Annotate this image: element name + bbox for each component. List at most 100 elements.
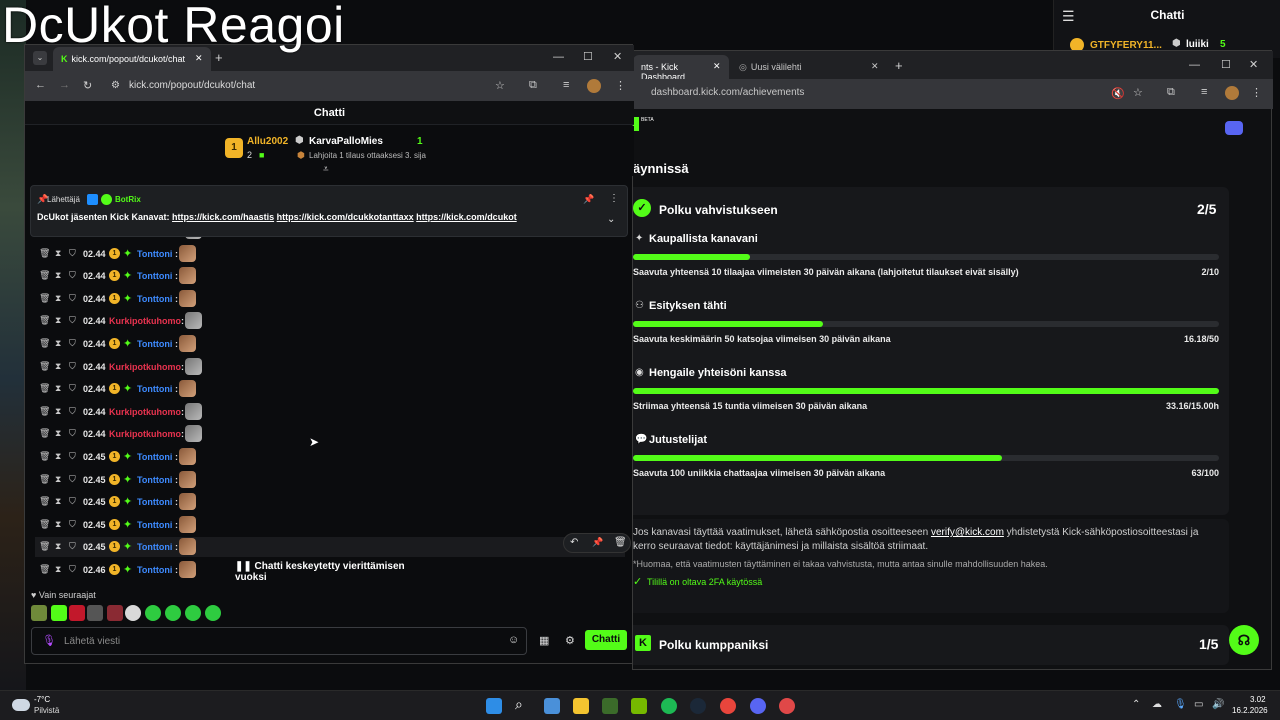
timeout-icon[interactable]: ⧗ <box>55 270 61 281</box>
app-icon[interactable] <box>602 698 618 714</box>
timeout-icon[interactable]: ⧗ <box>55 428 61 439</box>
timeout-icon[interactable]: ⧗ <box>55 338 61 349</box>
verify-email-link[interactable]: verify@kick.com <box>931 527 1004 538</box>
chat-message-list[interactable]: 🗑⧗⛉02.44Kurkipotkuhomo:🗑⧗⛉02.441✦Tontton… <box>25 227 634 587</box>
cat-emote-icon[interactable] <box>179 538 196 556</box>
chat-message[interactable]: 🗑 ⧗ ⛉ 02.44 1 ✦ Tonttoni: <box>35 379 625 399</box>
timeout-icon[interactable]: ⧗ <box>55 474 61 485</box>
ban-shield-icon[interactable]: ⛉ <box>69 248 76 259</box>
chat-message[interactable]: 🗑 ⧗ ⛉ 02.44 1 ✦ Tonttoni: <box>35 289 625 309</box>
minimize-icon[interactable]: — <box>553 51 564 63</box>
delete-message-icon[interactable]: 🗑 <box>39 248 50 259</box>
chat-message[interactable]: 🗑 ⧗ ⛉ 02.44Kurkipotkuhomo: <box>35 424 625 444</box>
message-username[interactable]: Tonttoni <box>137 452 172 462</box>
chat-message-input[interactable]: 🎙 Lähetä viesti ☺ <box>31 627 527 655</box>
close-icon[interactable]: ✕ <box>713 61 721 72</box>
message-username[interactable]: Tonttoni <box>137 384 172 394</box>
emote-icon[interactable] <box>87 605 103 621</box>
minimize-icon[interactable]: — <box>1189 59 1200 71</box>
obs-icon[interactable] <box>779 698 795 714</box>
tray-chevron-icon[interactable]: ⌃ <box>1132 699 1140 710</box>
chat-url[interactable]: kick.com/popout/dcukot/chat <box>129 80 255 91</box>
ban-shield-icon[interactable]: ⛉ <box>69 383 76 394</box>
cat-emote-icon[interactable] <box>185 312 202 330</box>
chat-paused-banner[interactable]: ❚❚ Chatti keskeytetty vierittämisen vuok… <box>225 557 433 583</box>
timeout-icon[interactable]: ⧗ <box>55 383 61 394</box>
discord-icon[interactable] <box>1225 121 1243 135</box>
cat-emote-icon[interactable] <box>179 470 196 488</box>
close-icon[interactable]: ✕ <box>195 53 203 64</box>
delete-message-icon[interactable]: 🗑 <box>39 496 50 507</box>
profile-avatar[interactable] <box>1225 86 1239 100</box>
ban-shield-icon[interactable]: ⛉ <box>69 564 76 575</box>
maximize-icon[interactable]: ☐ <box>583 50 593 63</box>
start-windows-icon[interactable] <box>486 698 502 714</box>
cat-emote-icon[interactable] <box>185 357 202 375</box>
cat-emote-icon[interactable] <box>179 335 196 352</box>
pinned-link[interactable]: https://kick.com/dcukot <box>416 212 517 222</box>
ban-shield-icon[interactable]: ⛉ <box>69 270 76 281</box>
timeout-icon[interactable]: ⧗ <box>55 361 61 372</box>
cat-emote-icon[interactable] <box>179 267 196 285</box>
ban-shield-icon[interactable]: ⛉ <box>69 496 76 507</box>
cat-emote-icon[interactable] <box>179 289 196 307</box>
ban-shield-icon[interactable]: ⛉ <box>69 428 76 439</box>
more-options-icon[interactable]: ⋮ <box>609 193 619 204</box>
emote-icon[interactable] <box>185 605 201 621</box>
chat-message[interactable]: 🗑 ⧗ ⛉ 02.44Kurkipotkuhomo: <box>35 357 625 377</box>
delete-message-icon[interactable]: 🗑 <box>39 564 50 575</box>
network-icon[interactable]: ▭ <box>1194 699 1203 710</box>
emote-icon[interactable] <box>125 605 141 621</box>
media-icon[interactable]: ≡ <box>1201 86 1207 98</box>
delete-message-icon[interactable]: 🗑 <box>39 293 50 304</box>
chrome-icon[interactable] <box>720 698 736 714</box>
message-username[interactable]: Tonttoni <box>137 339 172 349</box>
delete-message-icon[interactable]: 🗑 <box>39 541 50 552</box>
steam-icon[interactable] <box>690 698 706 714</box>
ban-shield-icon[interactable]: ⛉ <box>69 406 76 417</box>
gallery-icon[interactable] <box>544 698 560 714</box>
spotify-icon[interactable] <box>661 698 677 714</box>
ban-shield-icon[interactable]: ⛉ <box>69 451 76 462</box>
close-window-icon[interactable]: ✕ <box>613 50 622 63</box>
chat-message[interactable]: 🗑 ⧗ ⛉ 02.45 1 ✦ Tonttoni: <box>35 470 625 490</box>
chat-message[interactable]: 🗑 ⧗ ⛉ 02.44 1 ✦ Tonttoni: <box>35 244 625 264</box>
delete-message-icon[interactable]: 🗑 <box>39 519 50 530</box>
delete-message-icon[interactable]: 🗑 <box>39 361 50 372</box>
message-username[interactable]: Kurkipotkuhomo <box>109 407 181 417</box>
timeout-icon[interactable]: ⧗ <box>55 315 61 326</box>
cat-emote-icon[interactable] <box>179 448 196 465</box>
browser-menu-icon[interactable]: ⋮ <box>615 79 626 92</box>
delete-message-icon[interactable]: 🗑 <box>39 270 50 281</box>
cat-emote-icon[interactable] <box>179 515 196 533</box>
search-icon[interactable]: ⌕ <box>515 696 531 712</box>
cat-emote-icon[interactable] <box>179 493 196 511</box>
chat-message[interactable]: 🗑 ⧗ ⛉ 02.44Kurkipotkuhomo: <box>35 311 625 331</box>
ban-shield-icon[interactable]: ⛉ <box>69 315 76 326</box>
discord-icon[interactable] <box>750 698 766 714</box>
bookmark-star-icon[interactable]: ☆ <box>1133 86 1143 99</box>
cat-emote-icon[interactable] <box>179 561 196 578</box>
cat-emote-icon[interactable] <box>179 380 196 398</box>
cat-emote-icon[interactable] <box>185 425 202 443</box>
nvidia-icon[interactable] <box>631 698 647 714</box>
emote-icon[interactable] <box>31 605 47 621</box>
pinned-link[interactable]: https://kick.com/haastis <box>172 212 274 222</box>
volume-icon[interactable]: 🔊 <box>1212 699 1224 710</box>
message-username[interactable]: Tonttoni <box>137 271 172 281</box>
message-username[interactable]: Kurkipotkuhomo <box>109 429 181 439</box>
message-username[interactable]: Kurkipotkuhomo <box>109 362 181 372</box>
ban-shield-icon[interactable]: ⛉ <box>69 474 76 485</box>
timeout-icon[interactable]: ⧗ <box>55 519 61 530</box>
site-info-icon[interactable]: ⚙ <box>111 80 120 91</box>
mic-tray-icon[interactable]: 🎙 <box>1174 699 1187 710</box>
chat-message[interactable]: 🗑 ⧗ ⛉ 02.45 1 ✦ Tonttoni: <box>35 537 625 558</box>
browser-menu-icon[interactable]: ⋮ <box>1251 86 1262 99</box>
timeout-icon[interactable]: ⧗ <box>55 406 61 417</box>
reply-icon[interactable]: ↶ <box>570 537 578 548</box>
message-username[interactable]: Kurkipotkuhomo <box>109 316 181 326</box>
extensions-icon[interactable]: ⧉ <box>1167 86 1175 99</box>
pin-message-icon[interactable]: 📌 <box>592 537 603 548</box>
message-username[interactable]: Tonttoni <box>137 294 172 304</box>
unpin-icon[interactable]: 📌 <box>583 194 594 205</box>
